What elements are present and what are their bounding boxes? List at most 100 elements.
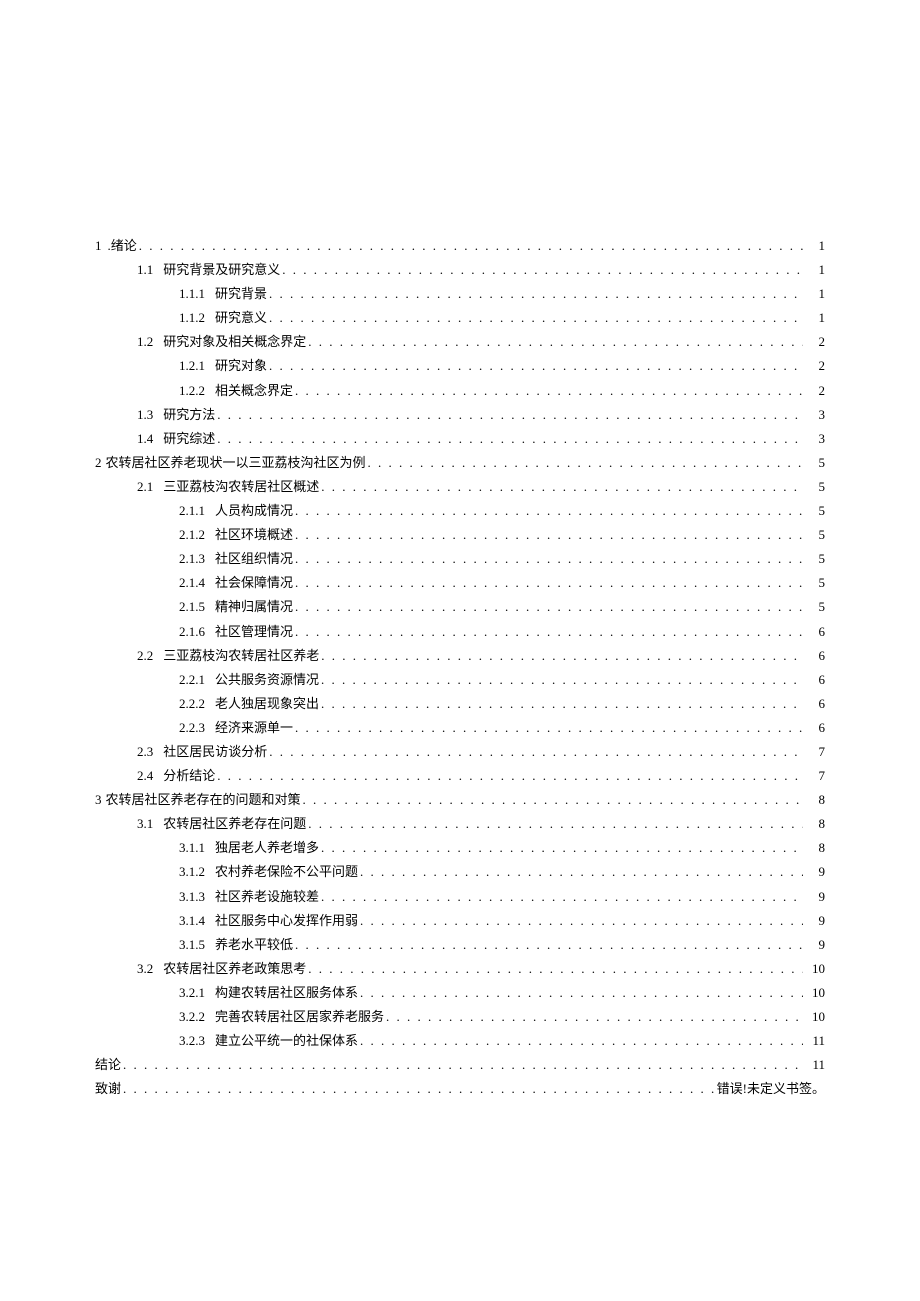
toc-entry: 2.2.2老人独居现象突出6 [95, 693, 825, 715]
toc-entry: 2农转居社区养老现状一以三亚荔枝沟社区为例5 [95, 452, 825, 474]
toc-number: 2.1.5 [179, 596, 205, 618]
toc-number: 1.1 [137, 259, 153, 281]
toc-title: 社区管理情况 [215, 624, 293, 639]
toc-page-number: 1 [805, 283, 825, 305]
toc-number: 2.1.3 [179, 548, 205, 570]
toc-label: 2.2.2老人独居现象突出 [179, 693, 319, 715]
toc-label: 2.1.3 社区组织情况 [179, 548, 293, 570]
toc-label: 2农转居社区养老现状一以三亚荔枝沟社区为例 [95, 452, 366, 474]
toc-title: 相关概念界定 [215, 383, 293, 398]
toc-leader [123, 1054, 803, 1076]
toc-entry: 1.2.2相关概念界定2 [95, 380, 825, 402]
toc-label: 1.3研究方法 [137, 404, 215, 426]
toc-title: 老人独居现象突出 [215, 696, 319, 711]
toc-entry: 1.3研究方法3 [95, 404, 825, 426]
toc-entry: 2.1.1人员构成情况5 [95, 500, 825, 522]
toc-page-number: 9 [805, 910, 825, 932]
toc-title: 经济来源单一 [215, 720, 293, 735]
toc-number: 2.1.6 [179, 621, 205, 643]
toc-leader [295, 380, 803, 402]
toc-leader [269, 283, 803, 305]
toc-label: 3.1.3社区养老设施较差 [179, 886, 319, 908]
toc-title: 独居老人养老增多 [215, 840, 319, 855]
toc-page-number: 11 [805, 1030, 825, 1052]
toc-leader [269, 741, 803, 763]
toc-title: 社区服务中心发挥作用弱 [215, 913, 358, 928]
toc-page-number: 10 [805, 982, 825, 1004]
toc-entry: 3.1.1独居老人养老增多8 [95, 837, 825, 859]
toc-entry: 2.1.3社区组织情况5 [95, 548, 825, 570]
toc-leader [269, 355, 803, 377]
toc-leader [303, 789, 803, 811]
toc-label: 1.2.1研究对象 [179, 355, 267, 377]
toc-leader [321, 645, 803, 667]
toc-title: 研究背景 [215, 286, 267, 301]
toc-label: 2.2.3经济来源单一 [179, 717, 293, 739]
toc-number: 3.1.3 [179, 886, 205, 908]
toc-page-number: 1 [805, 259, 825, 281]
toc-label: 3.2农转居社区养老政策思考 [137, 958, 306, 980]
toc-number: 1.2.1 [179, 355, 205, 377]
toc-page-number: 5 [805, 572, 825, 594]
toc-number: 3.1.5 [179, 934, 205, 956]
toc-leader [123, 1078, 715, 1100]
toc-entry: 1.1.2研究意义1 [95, 307, 825, 329]
toc-label: 1.1研究背景及研究意义 [137, 259, 280, 281]
toc-entry: 致谢 错误!未定义书签。 [95, 1078, 825, 1100]
toc-label: 2.1三亚荔枝沟农转居社区概述 [137, 476, 319, 498]
toc-entry: 1.2 研究对象及相关概念界定 2 [95, 331, 825, 353]
toc-page-number: 5 [805, 476, 825, 498]
toc-label: 2.3社区居民访谈分析 [137, 741, 267, 763]
toc-page-number: 2 [805, 331, 825, 353]
toc-page-number: 6 [805, 669, 825, 691]
toc-leader [139, 235, 803, 257]
toc-title: 研究意义 [215, 310, 267, 325]
toc-title: 农转居社区养老现状一以三亚荔枝沟社区为例 [106, 455, 366, 470]
toc-entry: 2.3社区居民访谈分析7 [95, 741, 825, 763]
toc-leader [295, 500, 803, 522]
toc-title: 农村养老保险不公平问题 [215, 864, 358, 879]
toc-page-number: 1 [805, 235, 825, 257]
toc-title: 养老水平较低 [215, 937, 293, 952]
toc-label: 3.1.4社区服务中心发挥作用弱 [179, 910, 358, 932]
toc-label: 1.4研究综述 [137, 428, 215, 450]
toc-label: 1.2 研究对象及相关概念界定 [137, 331, 306, 353]
toc-page-number: 错误!未定义书签。 [717, 1078, 825, 1100]
toc-entry: 1.1.1 研究背景 1 [95, 283, 825, 305]
toc-page-number: 9 [805, 886, 825, 908]
toc-page-number: 5 [805, 524, 825, 546]
toc-title: 致谢 [95, 1081, 121, 1096]
toc-title: 社区组织情况 [215, 551, 293, 566]
toc-entry: 3.1.4社区服务中心发挥作用弱 9 [95, 910, 825, 932]
toc-page-number: 8 [805, 813, 825, 835]
toc-leader [321, 837, 803, 859]
toc-leader [308, 813, 803, 835]
toc-number: 3.2.1 [179, 982, 205, 1004]
toc-title: 人员构成情况 [215, 503, 293, 518]
toc-title: 研究对象及相关概念界定 [163, 334, 306, 349]
toc-label: 2.2.1公共服务资源情况 [179, 669, 319, 691]
toc-entry: 1.1研究背景及研究意义 1 [95, 259, 825, 281]
toc-label: 3.2.3建立公平统一的社保体系 [179, 1030, 358, 1052]
toc-label: 3.1农转居社区养老存在问题 [137, 813, 306, 835]
toc-number: 1.1.2 [179, 307, 205, 329]
toc-entry: 3.1.5养老水平较低9 [95, 934, 825, 956]
toc-number: 1.2 [137, 331, 153, 353]
toc-label: 致谢 [95, 1078, 121, 1100]
toc-entry: 2.2.3经济来源单一6 [95, 717, 825, 739]
toc-title: 农转居社区养老政策思考 [163, 961, 306, 976]
toc-number: 1.2.2 [179, 380, 205, 402]
toc-leader [360, 982, 803, 1004]
toc-leader [321, 886, 803, 908]
toc-entry: 3.2.3建立公平统一的社保体系 11 [95, 1030, 825, 1052]
toc-title: 三亚荔枝沟农转居社区养老 [163, 648, 319, 663]
toc-number: 1.1.1 [179, 283, 205, 305]
toc-number: 3.1.1 [179, 837, 205, 859]
toc-page-number: 2 [805, 355, 825, 377]
toc-title: 完善农转居社区居家养老服务 [215, 1009, 384, 1024]
toc-leader [295, 596, 803, 618]
toc-title: 建立公平统一的社保体系 [215, 1033, 358, 1048]
toc-number: 3.1.2 [179, 861, 205, 883]
toc-leader [360, 910, 803, 932]
toc-entry: 3.2.1构建农转居社区服务体系10 [95, 982, 825, 1004]
